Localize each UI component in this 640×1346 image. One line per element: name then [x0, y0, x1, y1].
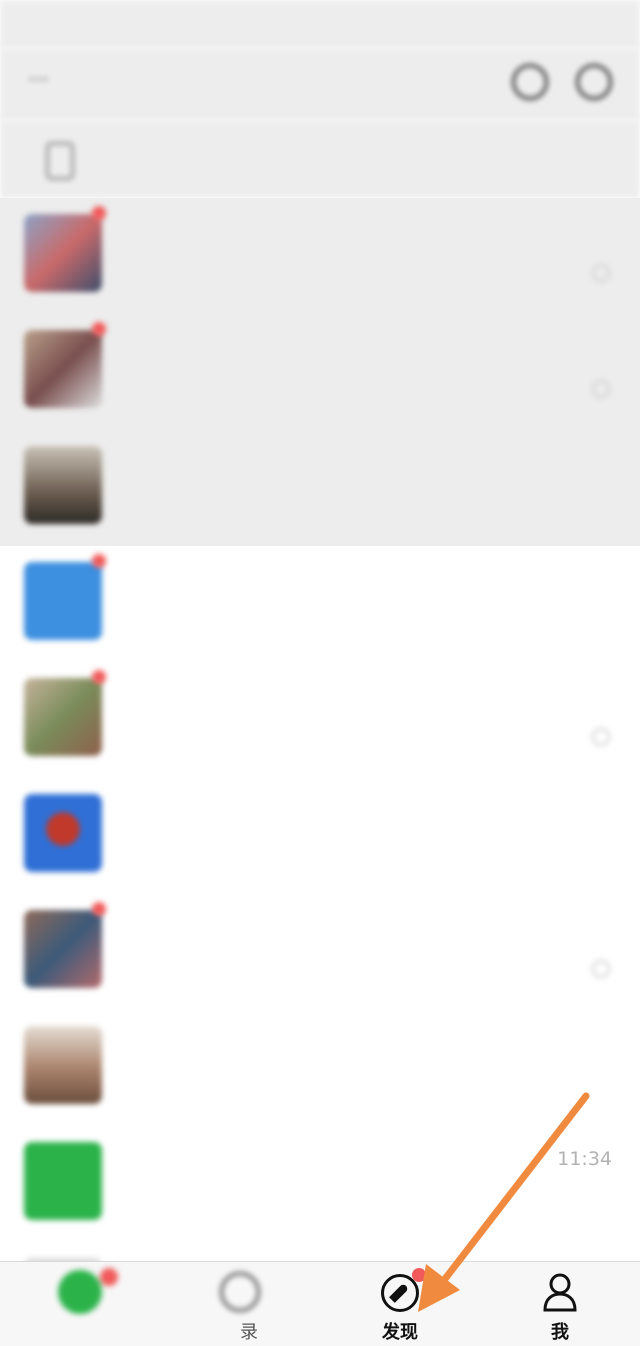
tab-label: 录: [240, 1322, 258, 1343]
phone-icon: [46, 142, 74, 180]
chat-row-1[interactable]: [0, 198, 640, 314]
tab-chats[interactable]: [0, 1262, 160, 1346]
chat-list: 11:34: [0, 198, 640, 1261]
tab-badge: [100, 1268, 118, 1286]
tab-contacts[interactable]: 录: [160, 1262, 320, 1346]
chat-row-8[interactable]: [0, 1010, 640, 1126]
chat-avatar: [24, 562, 102, 640]
chat-avatar: [24, 214, 102, 292]
search-bar[interactable]: [0, 120, 640, 198]
person-icon: [543, 1273, 577, 1312]
more-dots-icon[interactable]: ···: [28, 68, 49, 93]
mute-icon: [592, 960, 610, 978]
search-icon[interactable]: [512, 64, 548, 100]
unread-dot: [92, 902, 106, 916]
chat-row-3[interactable]: [0, 430, 640, 546]
status-bar: [0, 0, 640, 48]
unread-dot: [92, 670, 106, 684]
chat-row-9[interactable]: 11:34: [0, 1126, 640, 1242]
chat-avatar: [24, 446, 102, 524]
chat-avatar: [24, 1142, 102, 1220]
chat-row-6[interactable]: [0, 778, 640, 894]
tab-label: 我: [551, 1322, 569, 1343]
chat-avatar: [24, 678, 102, 756]
chat-row-2[interactable]: [0, 314, 640, 430]
mute-icon: [592, 264, 610, 282]
tab-bar: 录 发现 我: [0, 1261, 640, 1346]
tab-discover[interactable]: 发现: [320, 1262, 480, 1346]
chat-row-10[interactable]: [0, 1242, 640, 1261]
mute-icon: [592, 380, 610, 398]
chat-tab-icon: [58, 1270, 102, 1314]
app-header: ···: [0, 48, 640, 120]
tab-badge: [412, 1268, 426, 1282]
chat-avatar: [24, 794, 102, 872]
mute-icon: [592, 728, 610, 746]
chat-avatar: [24, 910, 102, 988]
chat-row-7[interactable]: [0, 894, 640, 1010]
chat-time: 11:34: [557, 1148, 612, 1170]
unread-dot: [92, 322, 106, 336]
tab-me[interactable]: 我: [480, 1262, 640, 1346]
add-icon[interactable]: [576, 64, 612, 100]
chat-row-4[interactable]: [0, 546, 640, 662]
contacts-icon: [220, 1272, 260, 1312]
tab-label: 发现: [382, 1322, 418, 1343]
chat-row-5[interactable]: [0, 662, 640, 778]
chat-avatar: [24, 1026, 102, 1104]
unread-dot: [92, 554, 106, 568]
chat-avatar: [24, 330, 102, 408]
unread-dot: [92, 206, 106, 220]
